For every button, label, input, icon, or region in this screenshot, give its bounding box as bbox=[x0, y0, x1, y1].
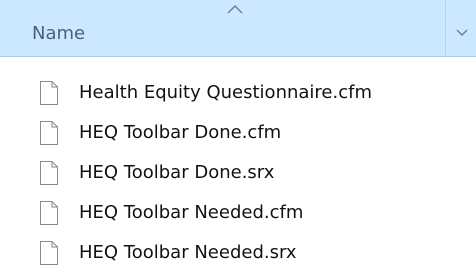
file-name: HEQ Toolbar Needed.cfm bbox=[79, 202, 304, 223]
file-icon bbox=[40, 121, 58, 145]
file-icon bbox=[40, 81, 58, 105]
file-name: HEQ Toolbar Done.cfm bbox=[79, 122, 282, 143]
chevron-up-icon bbox=[227, 5, 243, 14]
file-icon bbox=[40, 201, 58, 225]
file-icon bbox=[40, 161, 58, 185]
chevron-down-icon[interactable] bbox=[454, 27, 470, 39]
file-name: Health Equity Questionnaire.cfm bbox=[79, 82, 372, 103]
file-row[interactable]: HEQ Toolbar Done.srx bbox=[0, 153, 476, 193]
file-row[interactable]: HEQ Toolbar Needed.srx bbox=[0, 233, 476, 273]
file-name: HEQ Toolbar Needed.srx bbox=[79, 242, 297, 263]
column-divider[interactable] bbox=[445, 0, 446, 56]
file-row[interactable]: HEQ Toolbar Needed.cfm bbox=[0, 193, 476, 233]
file-row[interactable]: Health Equity Questionnaire.cfm bbox=[0, 73, 476, 113]
file-name: HEQ Toolbar Done.srx bbox=[79, 162, 275, 183]
column-header-label: Name bbox=[32, 23, 86, 44]
file-icon bbox=[40, 241, 58, 265]
file-row[interactable]: HEQ Toolbar Done.cfm bbox=[0, 113, 476, 153]
column-header-name[interactable]: Name bbox=[0, 0, 476, 57]
